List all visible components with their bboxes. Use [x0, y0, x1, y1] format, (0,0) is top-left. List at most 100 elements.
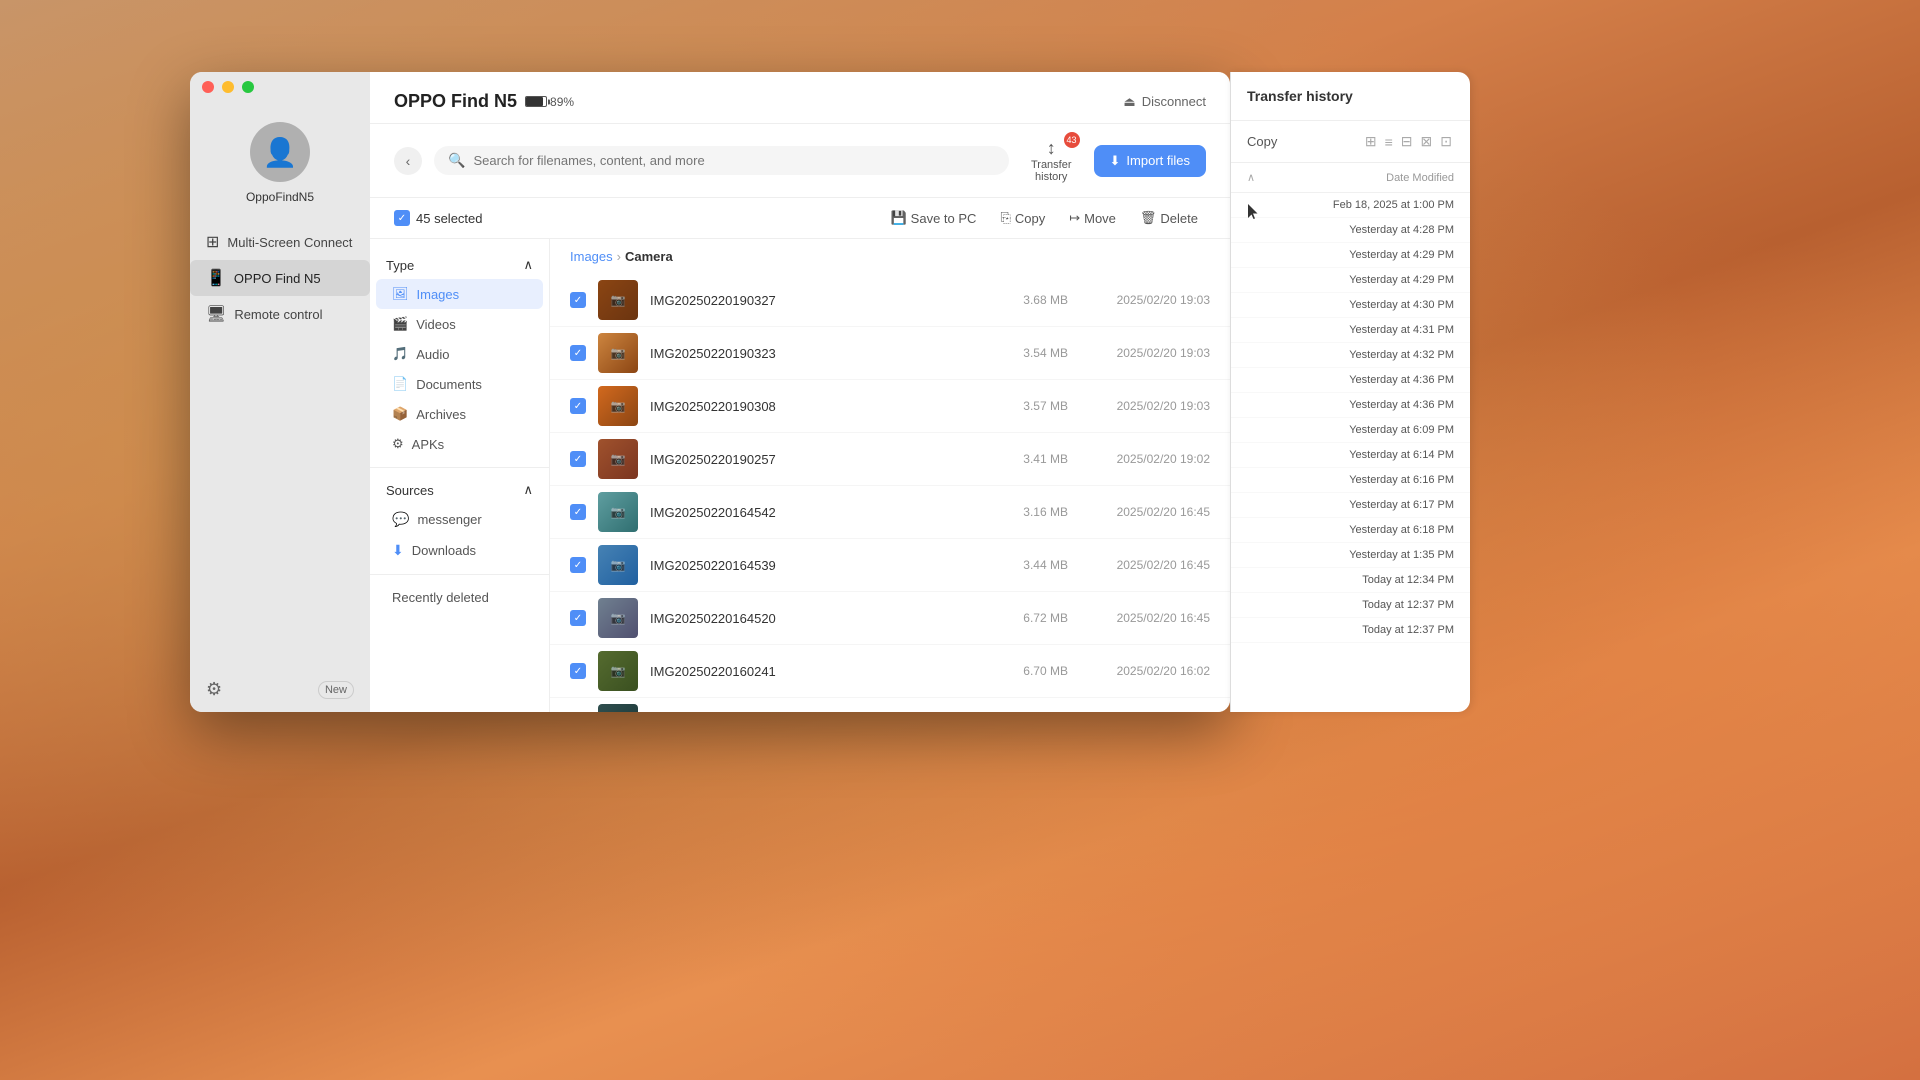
maximize-button[interactable] — [242, 81, 254, 93]
table-row[interactable]: ✓ 📷 IMG20250220190257 3.41 MB 2025/02/20… — [550, 433, 1230, 486]
history-date-8: Yesterday at 4:36 PM — [1349, 399, 1454, 411]
table-row[interactable]: ✓ 📷 IMG20250220160241 6.70 MB 2025/02/20… — [550, 645, 1230, 698]
minimize-button[interactable] — [222, 81, 234, 93]
grid-view-button[interactable]: ⊞ — [1363, 131, 1379, 152]
back-button[interactable]: ‹ — [394, 147, 422, 175]
row-checkbox-2[interactable]: ✓ — [570, 398, 586, 414]
file-list: Images › Camera ✓ 📷 IMG20250220190327 3.… — [550, 239, 1230, 712]
file-date-4: 2025/02/20 16:45 — [1080, 505, 1210, 519]
type-item-documents[interactable]: 📄 Documents — [376, 369, 543, 399]
main-content: OPPO Find N5 89% ⏏ Disconnect ‹ 🔍 43 ↕ — [370, 72, 1230, 712]
phone-icon: 📱 — [206, 268, 226, 288]
import-files-button[interactable]: ⬇ Import files — [1094, 145, 1206, 177]
transfer-badge: 43 — [1064, 132, 1080, 148]
sort-header: ∧ Date Modified — [1231, 163, 1470, 193]
apks-icon: ⚙ — [392, 436, 404, 452]
select-all-checkbox[interactable]: ✓ — [394, 210, 410, 226]
history-item: Yesterday at 6:09 PM — [1231, 418, 1470, 443]
avatar-icon: 👤 — [263, 136, 298, 169]
apks-label: APKs — [412, 437, 445, 452]
file-thumbnail-7: 📷 — [598, 651, 638, 691]
type-item-archives[interactable]: 📦 Archives — [376, 399, 543, 429]
history-item: Today at 12:37 PM — [1231, 618, 1470, 643]
file-date-0: 2025/02/20 19:03 — [1080, 293, 1210, 307]
row-checkbox-3[interactable]: ✓ — [570, 451, 586, 467]
close-button[interactable] — [202, 81, 214, 93]
transfer-history-button[interactable]: 43 ↕ Transferhistory — [1021, 134, 1082, 187]
move-button[interactable]: ↦ Move — [1061, 206, 1124, 230]
file-thumbnail-1: 📷 — [598, 333, 638, 373]
file-size-5: 3.44 MB — [998, 558, 1068, 572]
history-item: Yesterday at 4:29 PM — [1231, 243, 1470, 268]
fullscreen-view-button[interactable]: ⊡ — [1438, 131, 1454, 152]
table-row[interactable]: ✓ 📷 IMG20250220164542 3.16 MB 2025/02/20… — [550, 486, 1230, 539]
file-thumbnail-2: 📷 — [598, 386, 638, 426]
copy-action-row: Copy ⊞ ≡ ⊟ ⊠ ⊡ — [1231, 121, 1470, 163]
table-row[interactable]: ✓ 📷 IMG20250220190323 3.54 MB 2025/02/20… — [550, 327, 1230, 380]
type-item-videos[interactable]: 🎬 Videos — [376, 309, 543, 339]
row-checkbox-1[interactable]: ✓ — [570, 345, 586, 361]
archives-label: Archives — [416, 407, 466, 422]
view-controls: ⊞ ≡ ⊟ ⊠ ⊡ — [1363, 131, 1454, 152]
type-item-apks[interactable]: ⚙ APKs — [376, 429, 543, 459]
search-input[interactable] — [473, 153, 995, 168]
messenger-label: messenger — [417, 512, 481, 527]
row-checkbox-0[interactable]: ✓ — [570, 292, 586, 308]
panel-divider-2 — [370, 574, 549, 575]
history-item: Yesterday at 4:36 PM — [1231, 368, 1470, 393]
file-size-2: 3.57 MB — [998, 399, 1068, 413]
save-to-pc-label: Save to PC — [911, 211, 977, 226]
row-checkbox-4[interactable]: ✓ — [570, 504, 586, 520]
camera-icon: 📷 — [611, 505, 626, 519]
type-item-images[interactable]: 🖼 Images — [376, 279, 543, 309]
column-view-button[interactable]: ⊟ — [1399, 131, 1415, 152]
panel-view-button[interactable]: ⊠ — [1419, 131, 1435, 152]
history-item: Yesterday at 6:14 PM — [1231, 443, 1470, 468]
source-item-downloads[interactable]: ⬇ Downloads — [376, 535, 543, 566]
row-checkbox-6[interactable]: ✓ — [570, 610, 586, 626]
source-item-messenger[interactable]: 💬 messenger — [376, 504, 543, 535]
sidebar-item-remote-control[interactable]: 🖥 Remote control — [190, 296, 370, 332]
delete-button[interactable]: 🗑 Delete — [1132, 206, 1206, 230]
table-row[interactable]: ✓ 📷 IMG20250220190308 3.57 MB 2025/02/20… — [550, 380, 1230, 433]
history-item: Yesterday at 4:32 PM — [1231, 343, 1470, 368]
recently-deleted-item[interactable]: Recently deleted — [376, 583, 543, 612]
table-row[interactable]: ✓ 📷 IMG20250220164539 3.44 MB 2025/02/20… — [550, 539, 1230, 592]
settings-button[interactable]: ⚙ — [206, 679, 222, 700]
move-label: Move — [1084, 211, 1116, 226]
camera-icon: 📷 — [611, 293, 626, 307]
type-header-label: Type — [386, 258, 414, 273]
row-checkbox-7[interactable]: ✓ — [570, 663, 586, 679]
sidebar-item-oppo-find[interactable]: 📱 OPPO Find N5 — [190, 260, 370, 296]
breadcrumb-separator: › — [617, 249, 621, 264]
downloads-icon: ⬇ — [392, 542, 404, 559]
file-date-3: 2025/02/20 19:02 — [1080, 452, 1210, 466]
save-icon: 💾 — [890, 210, 906, 226]
row-checkbox-5[interactable]: ✓ — [570, 557, 586, 573]
save-to-pc-button[interactable]: 💾 Save to PC — [882, 206, 984, 230]
history-item: Yesterday at 6:16 PM — [1231, 468, 1470, 493]
history-item: Today at 12:37 PM — [1231, 593, 1470, 618]
sources-section-header[interactable]: Sources ∧ — [370, 476, 549, 504]
file-name-3: IMG20250220190257 — [650, 452, 986, 467]
recently-deleted-label: Recently deleted — [392, 590, 489, 605]
copy-icon: ⎘ — [1000, 210, 1010, 226]
content-area: Type ∧ 🖼 Images 🎬 Videos 🎵 Audio 📄 — [370, 239, 1230, 712]
sources-header-label: Sources — [386, 483, 434, 498]
file-date-1: 2025/02/20 19:03 — [1080, 346, 1210, 360]
table-row[interactable]: ✓ 📷 IMG20250220160237 4.95 MB 2025/02/20… — [550, 698, 1230, 712]
breadcrumb-parent[interactable]: Images — [570, 249, 613, 264]
table-row[interactable]: ✓ 📷 IMG20250220164520 6.72 MB 2025/02/20… — [550, 592, 1230, 645]
type-item-audio[interactable]: 🎵 Audio — [376, 339, 543, 369]
file-size-1: 3.54 MB — [998, 346, 1068, 360]
multi-screen-icon: ⊞ — [206, 232, 219, 252]
history-item: Today at 12:34 PM — [1231, 568, 1470, 593]
table-row[interactable]: ✓ 📷 IMG20250220190327 3.68 MB 2025/02/20… — [550, 274, 1230, 327]
copy-button[interactable]: ⎘ Copy — [992, 206, 1053, 230]
list-view-button[interactable]: ≡ — [1383, 131, 1395, 152]
type-section-header[interactable]: Type ∧ — [370, 251, 549, 279]
history-date-7: Yesterday at 4:36 PM — [1349, 374, 1454, 386]
documents-icon: 📄 — [392, 376, 408, 392]
select-all[interactable]: ✓ 45 selected — [394, 210, 483, 226]
sidebar-item-multi-screen[interactable]: ⊞ Multi-Screen Connect — [190, 224, 370, 260]
